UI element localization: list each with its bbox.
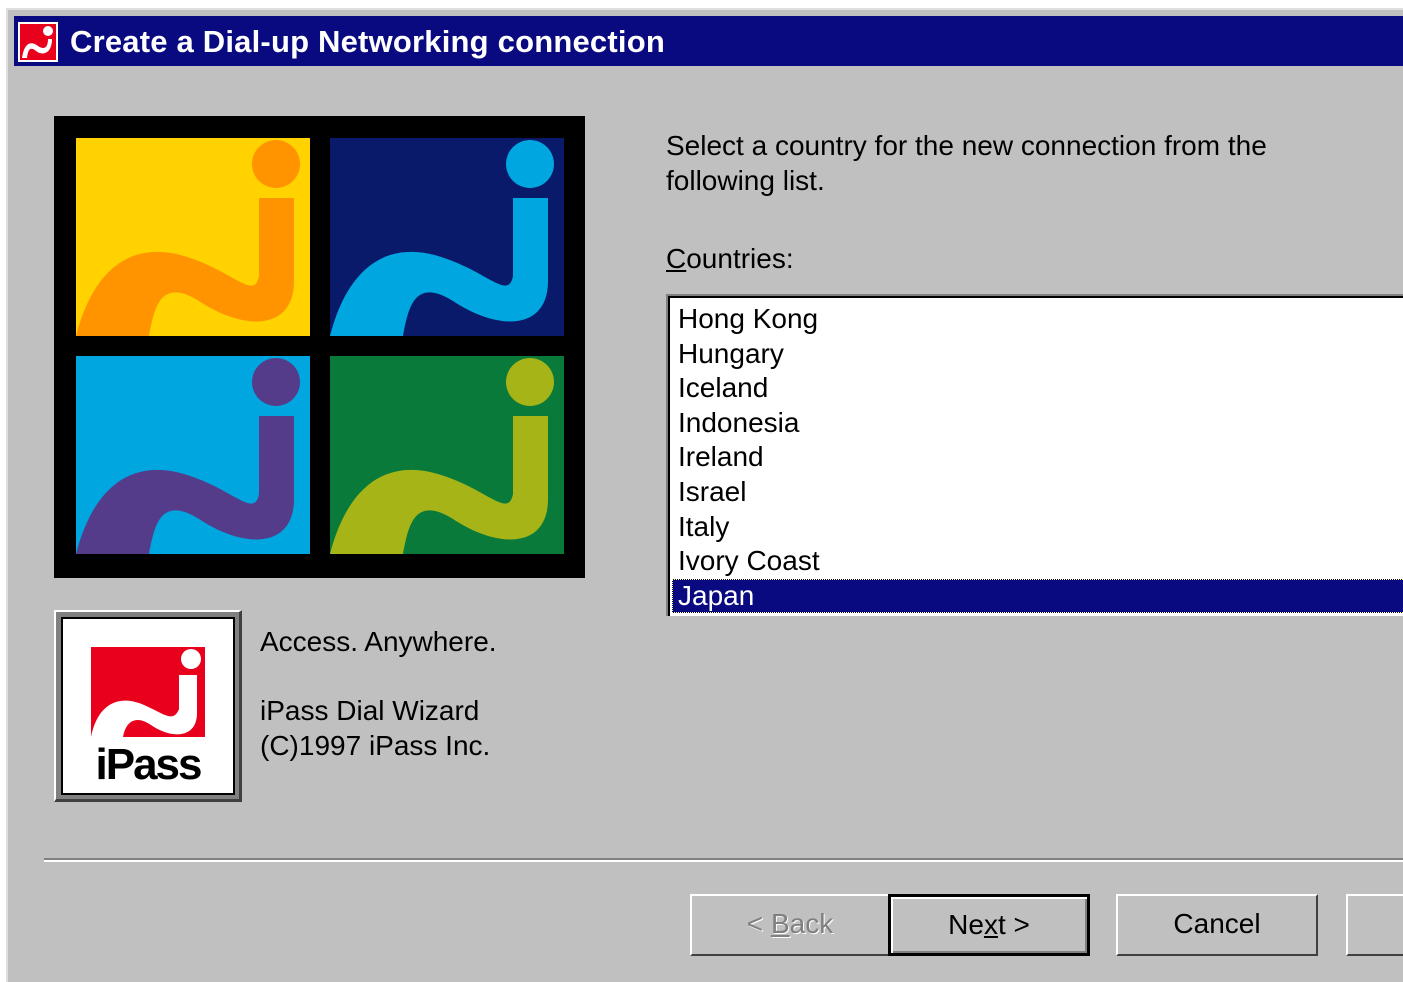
logo-wordmark: iPass: [96, 740, 202, 789]
back-button[interactable]: < Back: [690, 894, 890, 956]
back-button-suffix: ack: [789, 908, 834, 939]
product-name: iPass Dial Wizard: [260, 695, 480, 726]
title-bar[interactable]: Create a Dial-up Networking connection: [14, 16, 1403, 66]
ipass-logo-mark: iPass: [91, 647, 205, 789]
dialog-window: Create a Dial-up Networking connection i…: [6, 8, 1403, 982]
banner-tile-navy: [330, 138, 564, 336]
window-title: Create a Dial-up Networking connection: [70, 24, 665, 59]
copyright-text: (C)1997 iPass Inc.: [260, 730, 491, 761]
country-list-item[interactable]: Indonesia: [672, 406, 1403, 440]
country-list-item[interactable]: Italy: [672, 510, 1403, 544]
countries-label-accel: C: [666, 243, 687, 274]
ipass-app-icon: [18, 22, 58, 62]
countries-label: Countries:: [666, 243, 794, 275]
countries-listbox-items[interactable]: Hong Kong Hungary Iceland Indonesia Ireland I…: [668, 296, 1403, 616]
country-list-item[interactable]: Hong Kong: [672, 302, 1403, 336]
banner-tile-green: [330, 356, 564, 554]
ipass-logo: iPass: [61, 617, 235, 795]
country-list-item[interactable]: Iceland: [672, 371, 1403, 405]
country-list-item[interactable]: Hungary: [672, 337, 1403, 371]
instruction-text: Select a country for the new connection …: [666, 130, 1267, 196]
country-list-item[interactable]: Japan: [672, 578, 1403, 613]
country-list-item[interactable]: Ivory Coast: [672, 544, 1403, 578]
help-button[interactable]: [1346, 894, 1403, 956]
back-button-accel: B: [770, 908, 790, 939]
next-button-suffix: t >: [997, 909, 1030, 940]
country-list-item[interactable]: Israel: [672, 475, 1403, 509]
cancel-button[interactable]: Cancel: [1116, 894, 1318, 956]
ipass-logo-frame: iPass: [54, 610, 242, 802]
ipass-banner-image: [54, 116, 585, 578]
country-list-item[interactable]: Ireland: [672, 440, 1403, 474]
separator-line: [44, 858, 1403, 862]
back-button-prefix: <: [746, 908, 771, 939]
banner-tile-yellow: [76, 138, 310, 336]
tagline: Access. Anywhere.: [260, 626, 497, 657]
next-button-prefix: Ne: [948, 909, 984, 940]
countries-listbox[interactable]: Hong Kong Hungary Iceland Indonesia Ireland I…: [666, 294, 1403, 616]
countries-label-rest: ountries:: [686, 243, 794, 274]
next-button[interactable]: Next >: [888, 894, 1090, 956]
next-button-accel: x: [983, 909, 998, 940]
banner-tile-cyan: [76, 356, 310, 554]
